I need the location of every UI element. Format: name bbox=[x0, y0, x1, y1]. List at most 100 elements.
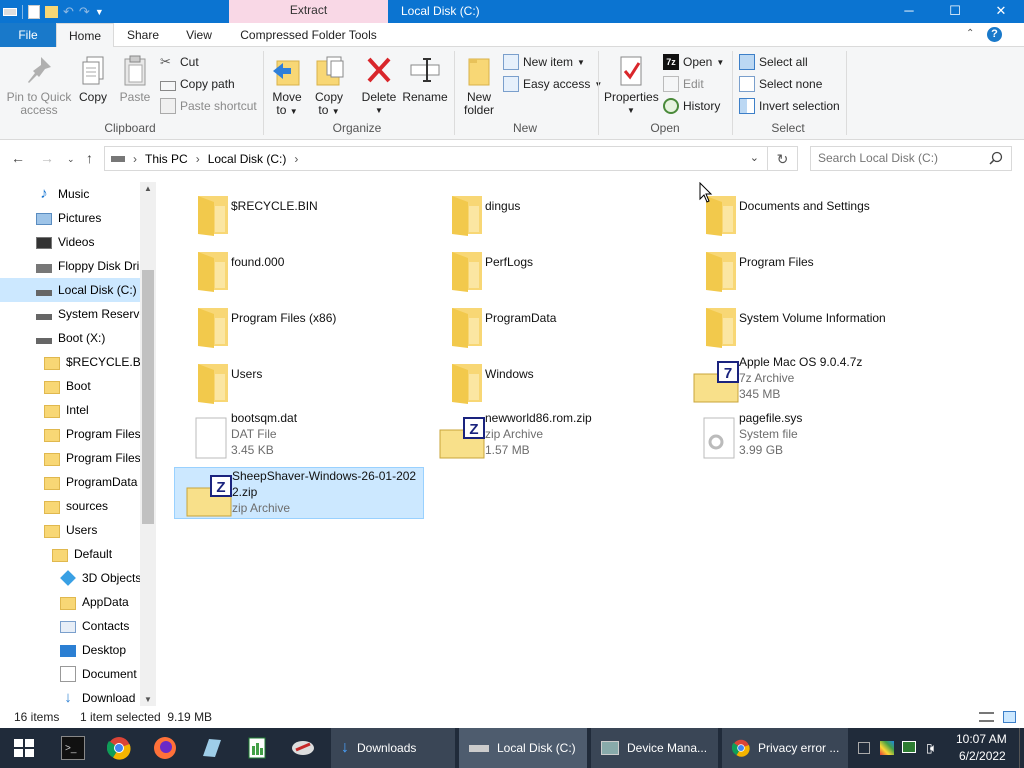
file-tile[interactable]: pagefile.sys System file 3.99 GB bbox=[682, 410, 932, 462]
file-tile[interactable]: Program Files bbox=[682, 242, 932, 294]
address-box[interactable]: › This PC › Local Disk (C:) › ⌄ bbox=[104, 146, 768, 171]
cut-button[interactable]: ✂ Cut bbox=[160, 52, 199, 72]
taskbar-privacy-error[interactable]: Privacy error ... bbox=[722, 728, 848, 768]
tab-file[interactable]: File bbox=[0, 23, 56, 47]
nav-item[interactable]: sources bbox=[0, 494, 140, 518]
scroll-thumb[interactable] bbox=[142, 270, 154, 524]
nav-item[interactable]: Document bbox=[0, 662, 140, 686]
minimize-ribbon-icon[interactable]: ⌃ bbox=[966, 28, 974, 39]
tray-color-icon[interactable] bbox=[880, 741, 894, 755]
nav-item[interactable]: ProgramData bbox=[0, 470, 140, 494]
nav-item[interactable]: Default bbox=[0, 542, 140, 566]
open-button[interactable]: 7z Open ▼ bbox=[663, 52, 724, 72]
nav-item[interactable]: Boot bbox=[0, 374, 140, 398]
history-button[interactable]: History bbox=[663, 96, 720, 116]
pin-to-quick-access-button[interactable]: Pin to Quick access bbox=[6, 53, 72, 117]
properties-button[interactable]: Properties ▼ bbox=[604, 53, 659, 117]
tray-monitor-icon[interactable] bbox=[902, 741, 916, 753]
nav-item[interactable]: System Reserve bbox=[0, 302, 140, 326]
file-tile[interactable]: Program Files (x86) bbox=[174, 298, 424, 350]
paste-button[interactable]: Paste bbox=[117, 53, 153, 104]
chevron-right-icon[interactable]: › bbox=[294, 147, 298, 171]
close-button[interactable]: ✕ bbox=[978, 0, 1024, 23]
file-tile[interactable]: 7 Apple Mac OS 9.0.4.7z 7z Archive 345 MB bbox=[682, 354, 932, 406]
command-prompt-icon[interactable]: >_ bbox=[61, 736, 85, 760]
volume-icon[interactable]: 🔈︎ bbox=[930, 728, 937, 768]
nav-item[interactable]: Floppy Disk Dri bbox=[0, 254, 140, 278]
file-tile[interactable]: dingus bbox=[428, 186, 678, 238]
nav-item[interactable]: Local Disk (C:) bbox=[0, 278, 140, 302]
nav-item[interactable]: Program Files bbox=[0, 422, 140, 446]
nav-item[interactable]: $RECYCLE.BIN bbox=[0, 350, 140, 374]
recent-locations-dropdown[interactable]: ⌄ bbox=[67, 154, 75, 165]
chevron-right-icon[interactable]: › bbox=[133, 147, 137, 171]
show-desktop-button[interactable] bbox=[1019, 728, 1020, 768]
nav-item[interactable]: Program Files bbox=[0, 446, 140, 470]
breadcrumb-local-disk[interactable]: Local Disk (C:) bbox=[208, 147, 287, 171]
new-item-button[interactable]: New item ▼ bbox=[503, 52, 585, 72]
scroll-down-arrow[interactable]: ▼ bbox=[144, 695, 152, 704]
tab-view[interactable]: View bbox=[175, 23, 223, 47]
file-tile[interactable]: Users bbox=[174, 354, 424, 406]
clock-date[interactable]: 6/2/2022 bbox=[959, 749, 1006, 763]
refresh-button[interactable]: ↻ bbox=[768, 146, 798, 171]
invert-selection-button[interactable]: Invert selection bbox=[739, 96, 840, 116]
chrome-icon[interactable] bbox=[107, 736, 131, 760]
extract-context-tab[interactable]: Extract bbox=[229, 0, 388, 23]
file-tile[interactable]: Znewworld86.rom.zip zip Archive 1.57 MB bbox=[428, 410, 678, 462]
file-tile[interactable]: bootsqm.dat DAT File 3.45 KB bbox=[174, 410, 424, 462]
file-tile[interactable]: System Volume Information bbox=[682, 298, 932, 350]
windows-start-icon[interactable] bbox=[12, 736, 36, 760]
taskbar-device-manager[interactable]: Device Mana... bbox=[591, 728, 718, 768]
breadcrumb-this-pc[interactable]: This PC bbox=[145, 147, 188, 171]
easy-access-button[interactable]: Easy access ▼ bbox=[503, 74, 602, 94]
file-tile[interactable]: $RECYCLE.BIN bbox=[174, 186, 424, 238]
new-folder-button[interactable]: New folder bbox=[460, 53, 498, 117]
address-dropdown-icon[interactable]: ⌄ bbox=[750, 151, 759, 164]
forward-button[interactable]: → bbox=[40, 150, 54, 166]
file-tile[interactable]: Z SheepShaver-Windows-26-01-2022.zip zip A… bbox=[174, 467, 424, 519]
navigation-scrollbar[interactable]: ▲ ▼ bbox=[140, 182, 156, 706]
spreadsheet-icon[interactable] bbox=[245, 736, 269, 760]
notepad-icon[interactable] bbox=[199, 736, 223, 760]
move-to-button[interactable]: Move to ▼ bbox=[269, 53, 305, 118]
properties-icon[interactable] bbox=[28, 4, 40, 19]
scroll-up-arrow[interactable]: ▲ bbox=[144, 184, 152, 193]
nav-item[interactable]: ↓ Download bbox=[0, 686, 140, 706]
nav-item[interactable]: 3D Objects bbox=[0, 566, 140, 590]
details-view-icon[interactable] bbox=[979, 712, 994, 722]
minimize-button[interactable]: ─ bbox=[886, 0, 932, 23]
nav-item[interactable]: Boot (X:) bbox=[0, 326, 140, 350]
app-icon[interactable] bbox=[291, 736, 315, 760]
search-input[interactable] bbox=[818, 151, 988, 165]
select-none-button[interactable]: Select none bbox=[739, 74, 822, 94]
firefox-icon[interactable] bbox=[153, 736, 177, 760]
nav-item[interactable]: Pictures bbox=[0, 206, 140, 230]
file-tile[interactable]: PerfLogs bbox=[428, 242, 678, 294]
nav-item[interactable]: Intel bbox=[0, 398, 140, 422]
tab-home[interactable]: Home bbox=[56, 23, 114, 48]
tab-share[interactable]: Share bbox=[117, 23, 169, 47]
copy-button[interactable]: Copy bbox=[75, 53, 111, 104]
delete-button[interactable]: Delete ▼ bbox=[359, 53, 399, 117]
file-tile[interactable]: Documents and Settings bbox=[682, 186, 932, 238]
help-icon[interactable]: ? bbox=[987, 27, 1002, 42]
nav-item[interactable]: Desktop bbox=[0, 638, 140, 662]
nav-item[interactable]: Videos bbox=[0, 230, 140, 254]
select-all-button[interactable]: Select all bbox=[739, 52, 808, 72]
search-box[interactable] bbox=[810, 146, 1012, 171]
chevron-right-icon[interactable]: › bbox=[196, 147, 200, 171]
back-button[interactable]: ← bbox=[11, 150, 25, 166]
file-tile[interactable]: ProgramData bbox=[428, 298, 678, 350]
copy-path-button[interactable]: Copy path bbox=[160, 74, 235, 94]
taskbar-local-disk[interactable]: Local Disk (C:) bbox=[459, 728, 587, 768]
taskbar-downloads[interactable]: ↓ Downloads bbox=[331, 728, 455, 768]
clock-time[interactable]: 10:07 AM bbox=[956, 732, 1007, 746]
edit-button[interactable]: Edit bbox=[663, 74, 704, 94]
nav-item[interactable]: Users bbox=[0, 518, 140, 542]
up-button[interactable]: ↑ bbox=[86, 150, 93, 166]
nav-item[interactable]: AppData bbox=[0, 590, 140, 614]
rename-button[interactable]: Rename bbox=[402, 53, 448, 104]
maximize-button[interactable]: ☐ bbox=[932, 0, 978, 23]
file-tile[interactable]: found.000 bbox=[174, 242, 424, 294]
